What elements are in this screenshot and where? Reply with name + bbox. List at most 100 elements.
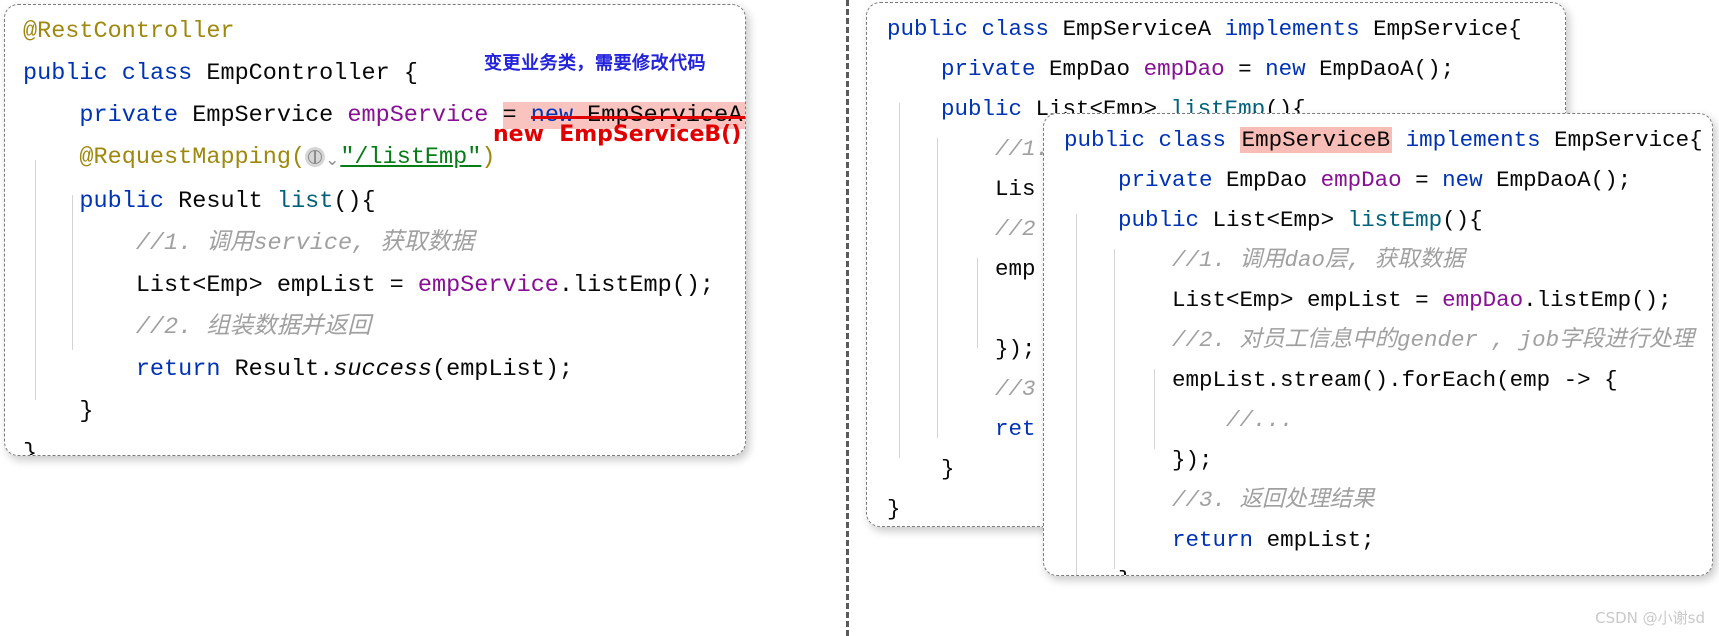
- keyword-return-clipped: ret: [995, 416, 1036, 442]
- code-line: private EmpDao empDao = new EmpDaoA();: [867, 49, 1565, 89]
- brace-close-class: }: [887, 496, 901, 522]
- paren-close: ): [481, 144, 496, 171]
- code-line-comment: //1. 调用dao层, 获取数据: [1044, 240, 1712, 280]
- code-line: });: [1044, 440, 1712, 480]
- type-list-emp: List<Emp>: [1212, 207, 1335, 233]
- stream-foreach-call: empList.stream().forEach(emp -> {: [1172, 367, 1618, 393]
- close-lambda: });: [995, 336, 1036, 362]
- type-emp-dao: EmpDao: [1049, 56, 1131, 82]
- brace-close-method: }: [1118, 567, 1132, 575]
- code-line: @RestController: [5, 5, 745, 53]
- code-line: return empList;: [1044, 520, 1712, 560]
- method-list: list: [276, 188, 334, 215]
- highlighted-type-emp-service-b: EmpServiceB: [1239, 127, 1393, 153]
- code-line-comment: //1. 调用service, 获取数据: [5, 223, 745, 265]
- keyword-return: return: [1172, 527, 1254, 553]
- keyword-implements: implements: [1224, 16, 1360, 42]
- keyword-class: class: [121, 60, 193, 87]
- type-result-ref: Result.: [234, 356, 334, 383]
- keyword-private: private: [941, 56, 1036, 82]
- keyword-new: new: [1442, 167, 1483, 193]
- comment-1: //1. 调用service, 获取数据: [135, 230, 475, 257]
- keyword-private: private: [79, 102, 179, 129]
- keyword-implements: implements: [1405, 127, 1541, 153]
- interface-emp-service: EmpService{: [1373, 16, 1522, 42]
- code-line-comment: //...: [1044, 400, 1712, 440]
- type-emp-dao: EmpDao: [1226, 167, 1308, 193]
- comment-3-clipped: //3: [995, 376, 1036, 402]
- type-emp-service-a: EmpServiceA: [1062, 16, 1212, 42]
- keyword-private: private: [1118, 167, 1213, 193]
- interface-emp-service: EmpService{: [1554, 127, 1703, 153]
- field-ref-emp-dao: empDao: [1442, 287, 1524, 313]
- code-line: empList.stream().forEach(emp -> {: [1044, 360, 1712, 400]
- csdn-watermark: CSDN @小谢sd: [1595, 609, 1705, 627]
- comment-1: //1. 调用dao层, 获取数据: [1172, 247, 1465, 273]
- code-line: public Result list(){: [5, 181, 745, 223]
- call-list-emp: .listEmp();: [1523, 287, 1672, 313]
- code-line: List<Emp> empList = empDao.listEmp();: [1044, 280, 1712, 320]
- annotation-rest-controller: @RestController: [23, 18, 235, 45]
- code-line: }: [5, 391, 745, 433]
- comment-2: //2. 组装数据并返回: [135, 314, 371, 341]
- field-emp-dao: empDao: [1320, 167, 1402, 193]
- code-line: public class EmpServiceA implements EmpS…: [867, 3, 1565, 49]
- type-emp-service: EmpService: [192, 102, 334, 129]
- keyword-return: return: [135, 356, 221, 383]
- brace-open: {: [403, 60, 418, 87]
- keyword-public: public: [1064, 127, 1146, 153]
- code-line-comment: //2. 组装数据并返回: [5, 307, 745, 349]
- code-line-comment: //2. 对员工信息中的gender , job字段进行处理: [1044, 320, 1712, 360]
- code-line: public class EmpServiceB implements EmpS…: [1044, 114, 1712, 160]
- code-line: public List<Emp> listEmp(){: [1044, 200, 1712, 240]
- list-emp-declaration: List<Emp> empList =: [135, 272, 418, 299]
- field-ref-emp-service: empService: [417, 272, 559, 299]
- method-success: success: [333, 356, 432, 383]
- operator-equals: =: [1415, 167, 1429, 193]
- string-list-emp-path: "/listEmp": [340, 144, 482, 171]
- code-line: List<Emp> empList = empService.listEmp()…: [5, 265, 745, 307]
- method-signature: (){: [1442, 207, 1483, 233]
- code-line: private EmpDao empDao = new EmpDaoA();: [1044, 160, 1712, 200]
- brace-close-method: }: [79, 398, 94, 425]
- comment-2: //2. 对员工信息中的gender , job字段进行处理: [1172, 327, 1695, 353]
- comment-1-clipped: //1.: [995, 136, 1050, 162]
- list-emp-declaration: List<Emp> empList =: [1172, 287, 1443, 313]
- globe-icon[interactable]: [305, 147, 326, 167]
- annotation-request-mapping: @RequestMapping(: [79, 144, 306, 171]
- code-clipped-list: Lis: [995, 176, 1036, 202]
- comment-ellipsis: //...: [1226, 407, 1294, 433]
- field-emp-dao: empDao: [1143, 56, 1225, 82]
- ctor-emp-dao-a: EmpDaoA();: [1319, 56, 1455, 82]
- code-clipped-emp: emp: [995, 256, 1036, 282]
- type-result: Result: [178, 188, 263, 215]
- keyword-public: public: [23, 60, 108, 87]
- code-block-emp-service-b: public class EmpServiceB implements EmpS…: [1044, 114, 1712, 575]
- keyword-public: public: [79, 188, 165, 215]
- close-lambda: });: [1172, 447, 1213, 473]
- annotation-replacement-code: new EmpServiceB(): [493, 122, 742, 147]
- keyword-public: public: [941, 96, 1023, 122]
- success-args: (empList);: [432, 356, 574, 383]
- ctor-emp-dao-a: EmpDaoA();: [1496, 167, 1632, 193]
- keyword-class: class: [981, 16, 1050, 42]
- code-line: }: [1044, 560, 1712, 575]
- keyword-new: new: [1265, 56, 1306, 82]
- code-card-emp-service-b[interactable]: public class EmpServiceB implements EmpS…: [1043, 113, 1713, 576]
- annotation-change-note: 变更业务类，需要修改代码: [484, 53, 706, 74]
- call-list-emp: .listEmp();: [558, 272, 715, 299]
- keyword-class: class: [1158, 127, 1227, 153]
- brace-close-class: }: [23, 440, 38, 456]
- method-list-emp: listEmp: [1347, 207, 1443, 233]
- keyword-public: public: [887, 16, 969, 42]
- chevron-down-icon[interactable]: ⌄: [325, 139, 339, 181]
- comment-3: //3. 返回处理结果: [1172, 487, 1375, 513]
- keyword-public: public: [1118, 207, 1200, 233]
- code-line: return Result.success(empList);: [5, 349, 745, 391]
- code-line-comment: //3. 返回处理结果: [1044, 480, 1712, 520]
- type-emp-controller: EmpController: [206, 60, 390, 87]
- field-emp-service: empService: [347, 102, 489, 129]
- comment-2-clipped: //2: [995, 216, 1036, 242]
- brace-close-method: }: [941, 456, 955, 482]
- method-signature: (){: [333, 188, 376, 215]
